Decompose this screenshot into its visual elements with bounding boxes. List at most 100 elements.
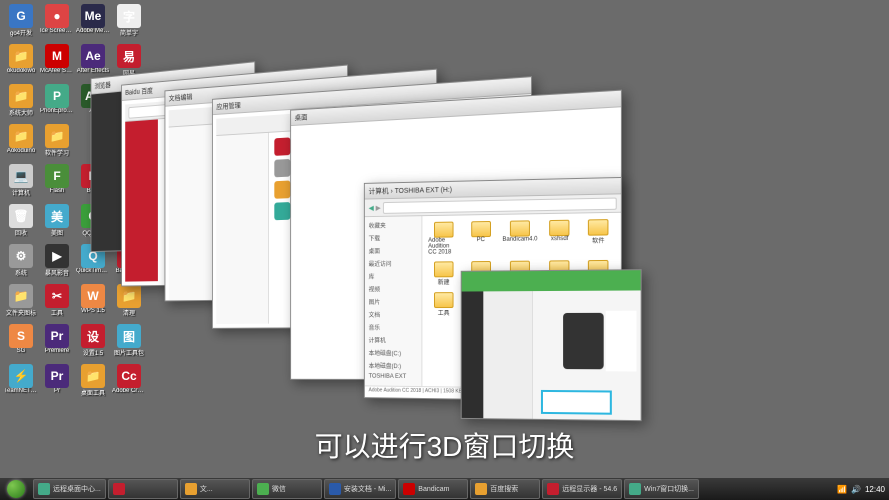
taskbar-app-icon xyxy=(475,483,487,495)
taskbar-item[interactable]: Bandicam xyxy=(398,479,468,499)
sidebar-item[interactable]: 视频 xyxy=(367,282,420,295)
desktop-icon[interactable]: ⚡TeamNET Tools Lite xyxy=(4,364,38,402)
app-icon: 💻 xyxy=(9,164,33,188)
desktop-icon[interactable]: Ggo4开发 xyxy=(4,4,38,42)
icon-label: 系统 xyxy=(4,268,38,277)
wechat-chat-area: 发送 xyxy=(533,290,641,421)
folder-label: PC xyxy=(477,237,485,243)
flip-window-wechat[interactable]: 发送 xyxy=(461,269,642,421)
folder-item[interactable]: Adobe Audition CC 2018 xyxy=(428,221,459,255)
app-tile[interactable] xyxy=(274,180,290,198)
video-caption: 可以进行3D窗口切换 xyxy=(315,425,575,465)
taskbar-app-icon xyxy=(547,483,559,495)
folder-label: 新建 xyxy=(438,277,450,286)
app-tile[interactable] xyxy=(274,159,290,177)
app-icon: ⚡ xyxy=(9,364,33,388)
sidebar-item[interactable]: TOSHIBA EXT xyxy=(367,372,420,382)
folder-icon xyxy=(588,219,609,236)
desktop-icon[interactable]: 📁系统大师 xyxy=(4,84,38,122)
app-icon: S xyxy=(9,324,33,348)
taskbar-item[interactable]: 文... xyxy=(180,479,250,499)
icon-label: okudokiwo xyxy=(4,68,38,74)
system-tray[interactable]: 📶 🔊 12:40 xyxy=(837,485,885,494)
taskbar-label: Bandicam xyxy=(418,486,449,493)
app-tile[interactable] xyxy=(274,202,290,220)
taskbar-label: 远程显示器 - 54.6 xyxy=(562,484,617,494)
app-icon: 📁 xyxy=(9,44,33,68)
icon-label: Ice Screen Kapture xyxy=(40,28,74,34)
folder-item[interactable]: 工具 xyxy=(428,292,459,317)
folder-label: Bandicam4.0 xyxy=(502,236,537,242)
wechat-contact-list[interactable] xyxy=(483,291,533,421)
app-tile[interactable] xyxy=(274,137,290,156)
tray-volume-icon[interactable]: 🔊 xyxy=(851,485,861,494)
app-icon: 🗑 xyxy=(9,204,33,228)
sidebar-item[interactable]: 文档 xyxy=(367,308,420,321)
icon-label: go4开发 xyxy=(4,28,38,37)
desktop-icon[interactable]: 字简单字 xyxy=(112,4,146,42)
sidebar-item[interactable]: 本地磁盘(D:) xyxy=(367,359,420,372)
explorer-path: 计算机 › TOSHIBA EXT (H:) xyxy=(369,184,452,196)
sidebar-item[interactable]: 最近访问 xyxy=(367,257,420,270)
taskbar-app-icon xyxy=(403,483,415,495)
folder-icon xyxy=(471,221,491,237)
sidebar-item[interactable]: 库 xyxy=(367,270,420,283)
icon-label: 简单字 xyxy=(112,28,146,37)
app-icon: Me xyxy=(81,4,105,28)
folder-label: 软件 xyxy=(592,235,604,244)
explorer-address-bar[interactable] xyxy=(383,197,617,213)
taskbar-item[interactable] xyxy=(108,479,178,499)
folder-icon xyxy=(434,292,454,308)
tray-clock[interactable]: 12:40 xyxy=(865,485,885,494)
wechat-avatar xyxy=(606,311,637,372)
sidebar-item[interactable]: 桌面 xyxy=(367,244,420,257)
taskbar-item[interactable]: Win7窗口切换... xyxy=(624,479,699,499)
icon-label: SG xyxy=(4,348,38,354)
taskbar-app-icon xyxy=(113,483,125,495)
folder-label: xshsdf xyxy=(551,236,569,242)
sidebar-item[interactable]: 图片 xyxy=(367,295,420,308)
tray-network-icon[interactable]: 📶 xyxy=(837,485,847,494)
wechat-message-bubble[interactable] xyxy=(541,390,612,415)
icon-label: 回收 xyxy=(4,228,38,237)
sidebar-item[interactable]: 收藏夹 xyxy=(367,218,420,232)
sidebar-item[interactable]: 计算机 xyxy=(367,334,420,347)
folder-icon xyxy=(550,220,570,236)
back-icon[interactable]: ◀ xyxy=(369,204,374,212)
taskbar-item[interactable]: 远程显示器 - 54.6 xyxy=(542,479,622,499)
taskbar-item[interactable]: 微信 xyxy=(252,479,322,499)
taskbar-item[interactable]: 安装文档 - Mi... xyxy=(324,479,396,499)
desktop-icon[interactable]: MeAdobe Media En... xyxy=(76,4,110,42)
app-icon: 📁 xyxy=(9,124,33,148)
folder-item[interactable]: Bandicam4.0 xyxy=(502,220,537,255)
wechat-header xyxy=(462,270,641,291)
desktop-icon[interactable]: ⚙系统 xyxy=(4,244,38,282)
sidebar-item[interactable]: 本地磁盘(C:) xyxy=(367,346,420,359)
folder-label: Adobe Audition CC 2018 xyxy=(428,237,459,255)
taskbar-label: 远程桌面中心... xyxy=(53,484,101,494)
desktop-icon[interactable]: 📁okudokiwo xyxy=(4,44,38,82)
forward-icon[interactable]: ▶ xyxy=(376,204,381,212)
desktop-icon[interactable]: 📁Aokoduino xyxy=(4,124,38,162)
app-sidebar xyxy=(216,133,269,324)
folder-item[interactable]: 新建 xyxy=(428,261,459,286)
taskbar-app-icon xyxy=(257,483,269,495)
folder-icon xyxy=(434,261,454,277)
sidebar-item[interactable]: 音乐 xyxy=(367,321,420,334)
start-button[interactable] xyxy=(0,478,32,500)
flip3d-stage: 浏览器 Baidu 百度 文档编辑 应用管理 xyxy=(60,60,760,440)
icon-label: 文件夹图标 xyxy=(4,308,38,317)
wechat-input-area[interactable]: 发送 xyxy=(533,419,641,421)
desktop-icon[interactable]: ●Ice Screen Kapture xyxy=(40,4,74,42)
taskbar-label: 百度搜索 xyxy=(490,484,518,494)
folder-item[interactable]: 软件 xyxy=(582,219,615,254)
taskbar-item[interactable]: 远程桌面中心... xyxy=(33,479,106,499)
desktop-icon[interactable]: 🗑回收 xyxy=(4,204,38,242)
folder-item[interactable]: xshsdf xyxy=(544,220,576,255)
desktop-icon[interactable]: 📁文件夹图标 xyxy=(4,284,38,322)
sidebar-item[interactable]: 下载 xyxy=(367,231,420,244)
desktop-icon[interactable]: 💻计算机 xyxy=(4,164,38,202)
desktop-icon[interactable]: SSG xyxy=(4,324,38,362)
folder-item[interactable]: PC xyxy=(465,221,496,255)
taskbar-item[interactable]: 百度搜索 xyxy=(470,479,540,499)
